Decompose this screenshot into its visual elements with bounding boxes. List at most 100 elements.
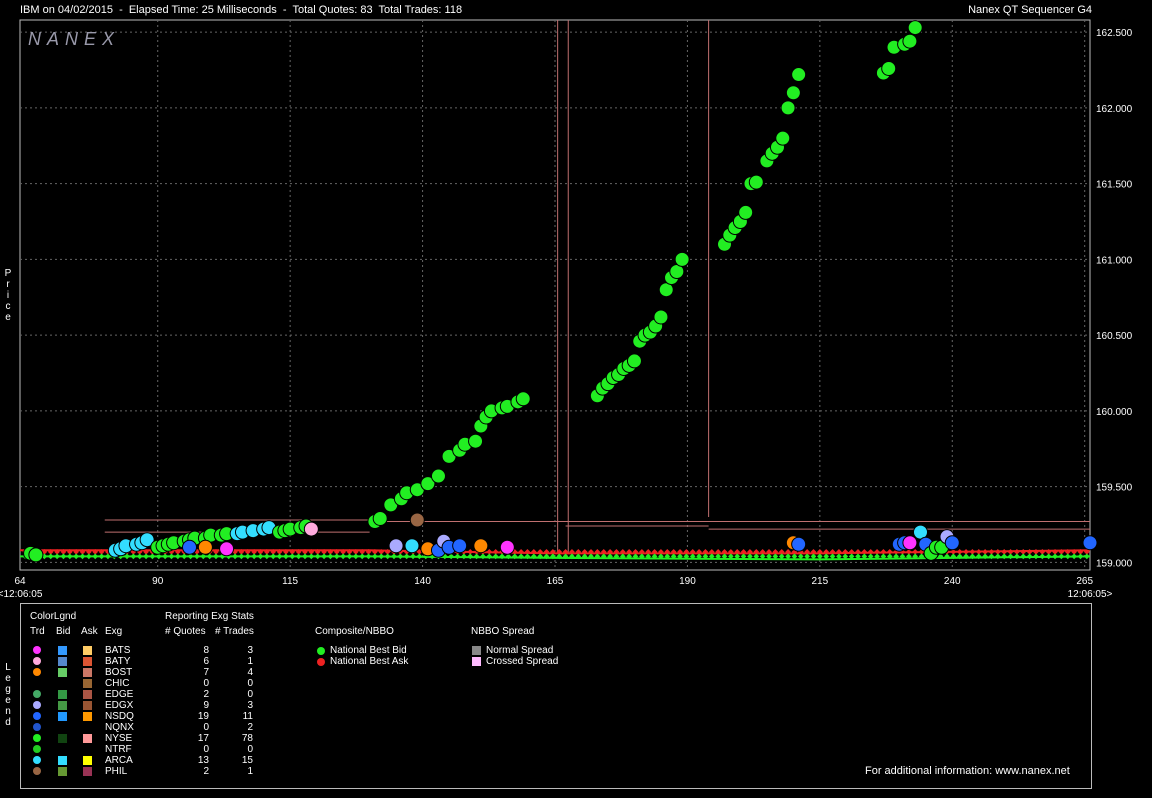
bid-color-swatch [58, 657, 67, 666]
nbo-marker [317, 658, 325, 666]
bid-color-swatch [58, 690, 67, 699]
trade-point [28, 547, 44, 563]
exchange-row: NYSE 17 78 [21, 733, 321, 744]
exchange-row: NTRF 0 0 [21, 744, 321, 755]
x-start-label: <12:06:05 [0, 589, 43, 600]
nbb-label: National Best Bid [330, 645, 407, 656]
trade-color-dot [33, 767, 41, 775]
exchange-name: EDGE [105, 689, 134, 700]
exchange-row: BOST 7 4 [21, 667, 321, 678]
trade-point [653, 309, 669, 325]
y-tick-label: 162.000 [1096, 104, 1133, 115]
trade-point [219, 541, 235, 557]
trade-point [515, 391, 531, 407]
trade-count: 1 [247, 766, 253, 777]
trade-color-dot [33, 668, 41, 676]
quote-count: 9 [203, 700, 209, 711]
nbb-marker [317, 647, 325, 655]
trade-color-dot [33, 745, 41, 753]
y-tick-label: 162.500 [1096, 28, 1133, 39]
quote-count: 13 [197, 755, 209, 766]
trade-count: 3 [247, 700, 253, 711]
trade-point [780, 100, 796, 116]
colorlgnd-title: ColorLgnd [30, 611, 77, 622]
ask-color-swatch [83, 679, 92, 688]
y-tick-label: 160.000 [1096, 407, 1133, 418]
bid-color-swatch [58, 668, 67, 677]
quote-count: 2 [203, 689, 209, 700]
legend-vertical-label: Legend [5, 662, 11, 728]
x-tick-label: 64 [14, 576, 26, 587]
trade-count: 2 [247, 722, 253, 733]
exchange-row: BATS 8 3 [21, 645, 321, 656]
quote-count: 6 [203, 656, 209, 667]
exchange-name: BATY [105, 656, 131, 667]
footer-info: For additional information: www.nanex.ne… [865, 765, 1070, 777]
trade-point [404, 538, 420, 554]
exchange-row: PHIL 2 1 [21, 766, 321, 777]
col-trd: Trd [30, 626, 45, 637]
exchange-row: EDGX 9 3 [21, 700, 321, 711]
ask-color-swatch [83, 701, 92, 710]
trade-point [738, 204, 754, 220]
trade-count: 11 [242, 711, 253, 722]
quote-count: 17 [197, 733, 209, 744]
normal-spread-label: Normal Spread [486, 645, 554, 656]
nanex-logo: NANEX [28, 29, 120, 49]
x-tick-label: 115 [282, 576, 298, 587]
spread-title: NBBO Spread [471, 626, 535, 637]
exchange-name: NSDQ [105, 711, 134, 722]
trade-point [468, 433, 484, 449]
crossed-spread-label: Crossed Spread [486, 656, 559, 667]
trade-point [409, 512, 425, 528]
trade-color-dot [33, 690, 41, 698]
trade-point [372, 510, 388, 526]
x-tick-label: 90 [152, 576, 164, 587]
trade-point [902, 535, 918, 551]
price-chart: 159.000 159.500 160.000 160.500 161.000 161.5… [0, 19, 1133, 600]
ask-color-swatch [83, 767, 92, 776]
exchange-name: BATS [105, 645, 131, 656]
trade-count: 15 [241, 755, 253, 766]
x-tick-label: 265 [1076, 576, 1093, 587]
exchange-row: NQNX 0 2 [21, 722, 321, 733]
ask-color-swatch [83, 646, 92, 655]
col-exg: Exg [105, 626, 123, 637]
trade-color-dot [33, 712, 41, 720]
trade-point [907, 20, 923, 36]
quote-count: 0 [203, 744, 209, 755]
exchange-name: NTRF [105, 744, 132, 755]
quote-count: 19 [197, 711, 209, 722]
legend-panel: ColorLgnd Trd Bid Ask Exg Reporting Exg … [20, 603, 1092, 789]
exchange-name: NYSE [105, 733, 133, 744]
exchange-row: NSDQ 19 11 [21, 711, 321, 722]
trade-point [626, 353, 642, 369]
y-tick-label: 161.500 [1096, 180, 1133, 191]
trade-point [182, 539, 198, 555]
x-end-label: 12:06:05> [1068, 589, 1113, 600]
bid-color-swatch [58, 646, 67, 655]
trade-color-dot [33, 756, 41, 764]
trade-color-dot [33, 723, 41, 731]
quote-count: 0 [203, 678, 209, 689]
y-tick-label: 161.000 [1096, 255, 1133, 266]
ask-color-swatch [83, 712, 92, 721]
exchange-name: CHIC [105, 678, 130, 689]
y-axis-title: Price [4, 268, 12, 323]
x-tick-label: 165 [547, 576, 564, 587]
trade-count: 0 [247, 689, 253, 700]
trade-count: 1 [247, 656, 253, 667]
x-tick-label: 240 [944, 576, 961, 587]
crossed-spread-swatch [472, 657, 481, 666]
trade-point [430, 468, 446, 484]
exchange-row: ARCA 13 15 [21, 755, 321, 766]
trade-point [388, 538, 404, 554]
x-tick-label: 190 [679, 576, 696, 587]
col-ask: Ask [81, 626, 98, 637]
trade-point [944, 535, 960, 551]
x-tick-label: 215 [812, 576, 829, 587]
col-quotes: # Quotes [165, 626, 206, 637]
col-trades: # Trades [215, 626, 254, 637]
trade-point [791, 67, 807, 83]
trade-point [902, 33, 918, 49]
